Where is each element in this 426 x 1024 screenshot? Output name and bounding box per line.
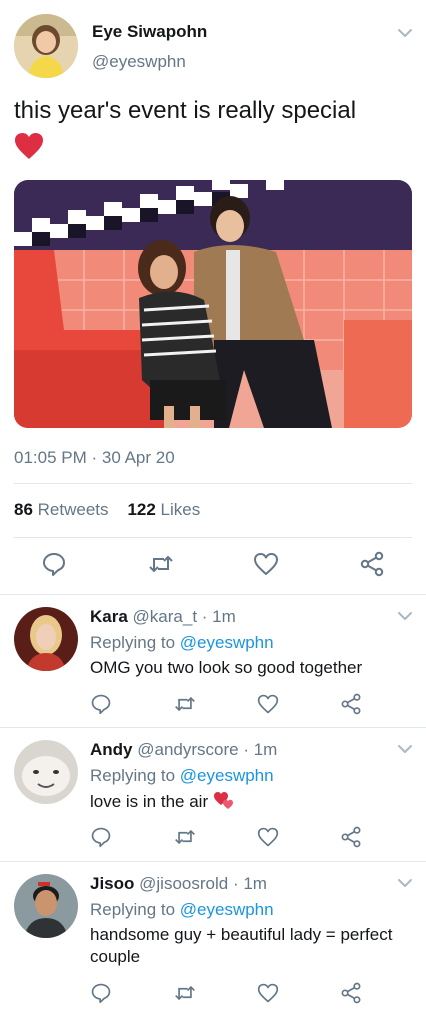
- like-icon[interactable]: [253, 551, 279, 577]
- chevron-down-icon[interactable]: [396, 740, 414, 758]
- reply-handle[interactable]: @andyrscore: [137, 740, 238, 759]
- replying-to-link[interactable]: @eyeswphn: [180, 900, 274, 919]
- tweet-body: this year's event is really special: [14, 97, 357, 124]
- reply-item[interactable]: Andy @andyrscore · 1m Replying to @eyesw…: [0, 728, 426, 860]
- reply-time: · 1m: [232, 874, 267, 893]
- reply-time: · 1m: [201, 607, 236, 626]
- replying-to-link[interactable]: @eyeswphn: [180, 766, 274, 785]
- reply-icon[interactable]: [90, 693, 112, 715]
- reply-text: love is in the air: [90, 790, 410, 813]
- reply-handle[interactable]: @jisoosrold: [139, 874, 228, 893]
- like-icon[interactable]: [257, 693, 279, 715]
- share-icon[interactable]: [340, 693, 362, 715]
- retweet-label[interactable]: Retweets: [38, 500, 109, 519]
- reply-avatar[interactable]: [14, 740, 78, 804]
- reply-name[interactable]: Jisoo: [90, 874, 134, 893]
- reply-name[interactable]: Andy: [90, 740, 133, 759]
- tweet-photo[interactable]: [14, 180, 412, 428]
- reply-icon[interactable]: [41, 551, 67, 577]
- reply-text: OMG you two look so good together: [90, 658, 363, 677]
- retweet-icon[interactable]: [174, 982, 196, 1004]
- replying-prefix: Replying to: [90, 766, 180, 785]
- chevron-down-icon[interactable]: [396, 24, 414, 42]
- tweet-text: this year's event is really special: [14, 96, 356, 168]
- reply-avatar[interactable]: [14, 874, 78, 938]
- share-icon[interactable]: [340, 826, 362, 848]
- reply-item[interactable]: Jisoo @jisoosrold · 1m Replying to @eyes…: [0, 862, 426, 1024]
- replying-to: Replying to @eyeswphn: [90, 900, 274, 920]
- divider: [14, 537, 412, 538]
- reply-icon[interactable]: [90, 982, 112, 1004]
- reply-header: Jisoo @jisoosrold · 1m: [90, 874, 267, 894]
- replying-prefix: Replying to: [90, 900, 180, 919]
- like-icon[interactable]: [257, 982, 279, 1004]
- reply-action-bar: [0, 826, 426, 850]
- author-handle[interactable]: @eyeswphn: [92, 52, 186, 72]
- reply-action-bar: [0, 982, 426, 1006]
- tweet-action-bar: [0, 551, 426, 581]
- like-count[interactable]: 122: [127, 500, 155, 519]
- reply-icon[interactable]: [90, 826, 112, 848]
- reply-header: Andy @andyrscore · 1m: [90, 740, 277, 760]
- author-name[interactable]: Eye Siwapohn: [92, 22, 207, 42]
- author-avatar[interactable]: [14, 14, 78, 78]
- reply-avatar[interactable]: [14, 607, 78, 671]
- tweet-timestamp: 01:05 PM · 30 Apr 20: [14, 448, 175, 467]
- reply-action-bar: [0, 693, 426, 717]
- chevron-down-icon[interactable]: [396, 607, 414, 625]
- replying-to: Replying to @eyeswphn: [90, 766, 274, 786]
- reply-handle[interactable]: @kara_t: [133, 607, 198, 626]
- reply-item[interactable]: Kara @kara_t · 1m Replying to @eyeswphn …: [0, 595, 426, 727]
- heart-emoji: [14, 132, 44, 168]
- like-label[interactable]: Likes: [161, 500, 201, 519]
- retweet-count[interactable]: 86: [14, 500, 33, 519]
- reply-header: Kara @kara_t · 1m: [90, 607, 236, 627]
- main-tweet: Eye Siwapohn @eyeswphn this year's event…: [0, 0, 426, 596]
- reply-body: love is in the air: [90, 792, 209, 811]
- replying-to: Replying to @eyeswphn: [90, 633, 274, 653]
- like-icon[interactable]: [257, 826, 279, 848]
- chevron-down-icon[interactable]: [396, 874, 414, 892]
- divider: [14, 483, 412, 484]
- share-icon[interactable]: [359, 551, 385, 577]
- reply-time: · 1m: [243, 740, 278, 759]
- reply-text: handsome guy + beautiful lady = perfect …: [90, 925, 393, 966]
- retweet-icon[interactable]: [148, 551, 174, 577]
- retweet-icon[interactable]: [174, 693, 196, 715]
- two-hearts-emoji-icon: [213, 792, 233, 809]
- retweet-icon[interactable]: [174, 826, 196, 848]
- replying-prefix: Replying to: [90, 633, 180, 652]
- share-icon[interactable]: [340, 982, 362, 1004]
- replying-to-link[interactable]: @eyeswphn: [180, 633, 274, 652]
- tweet-stats: 86 Retweets 122 Likes: [14, 500, 200, 520]
- reply-name[interactable]: Kara: [90, 607, 128, 626]
